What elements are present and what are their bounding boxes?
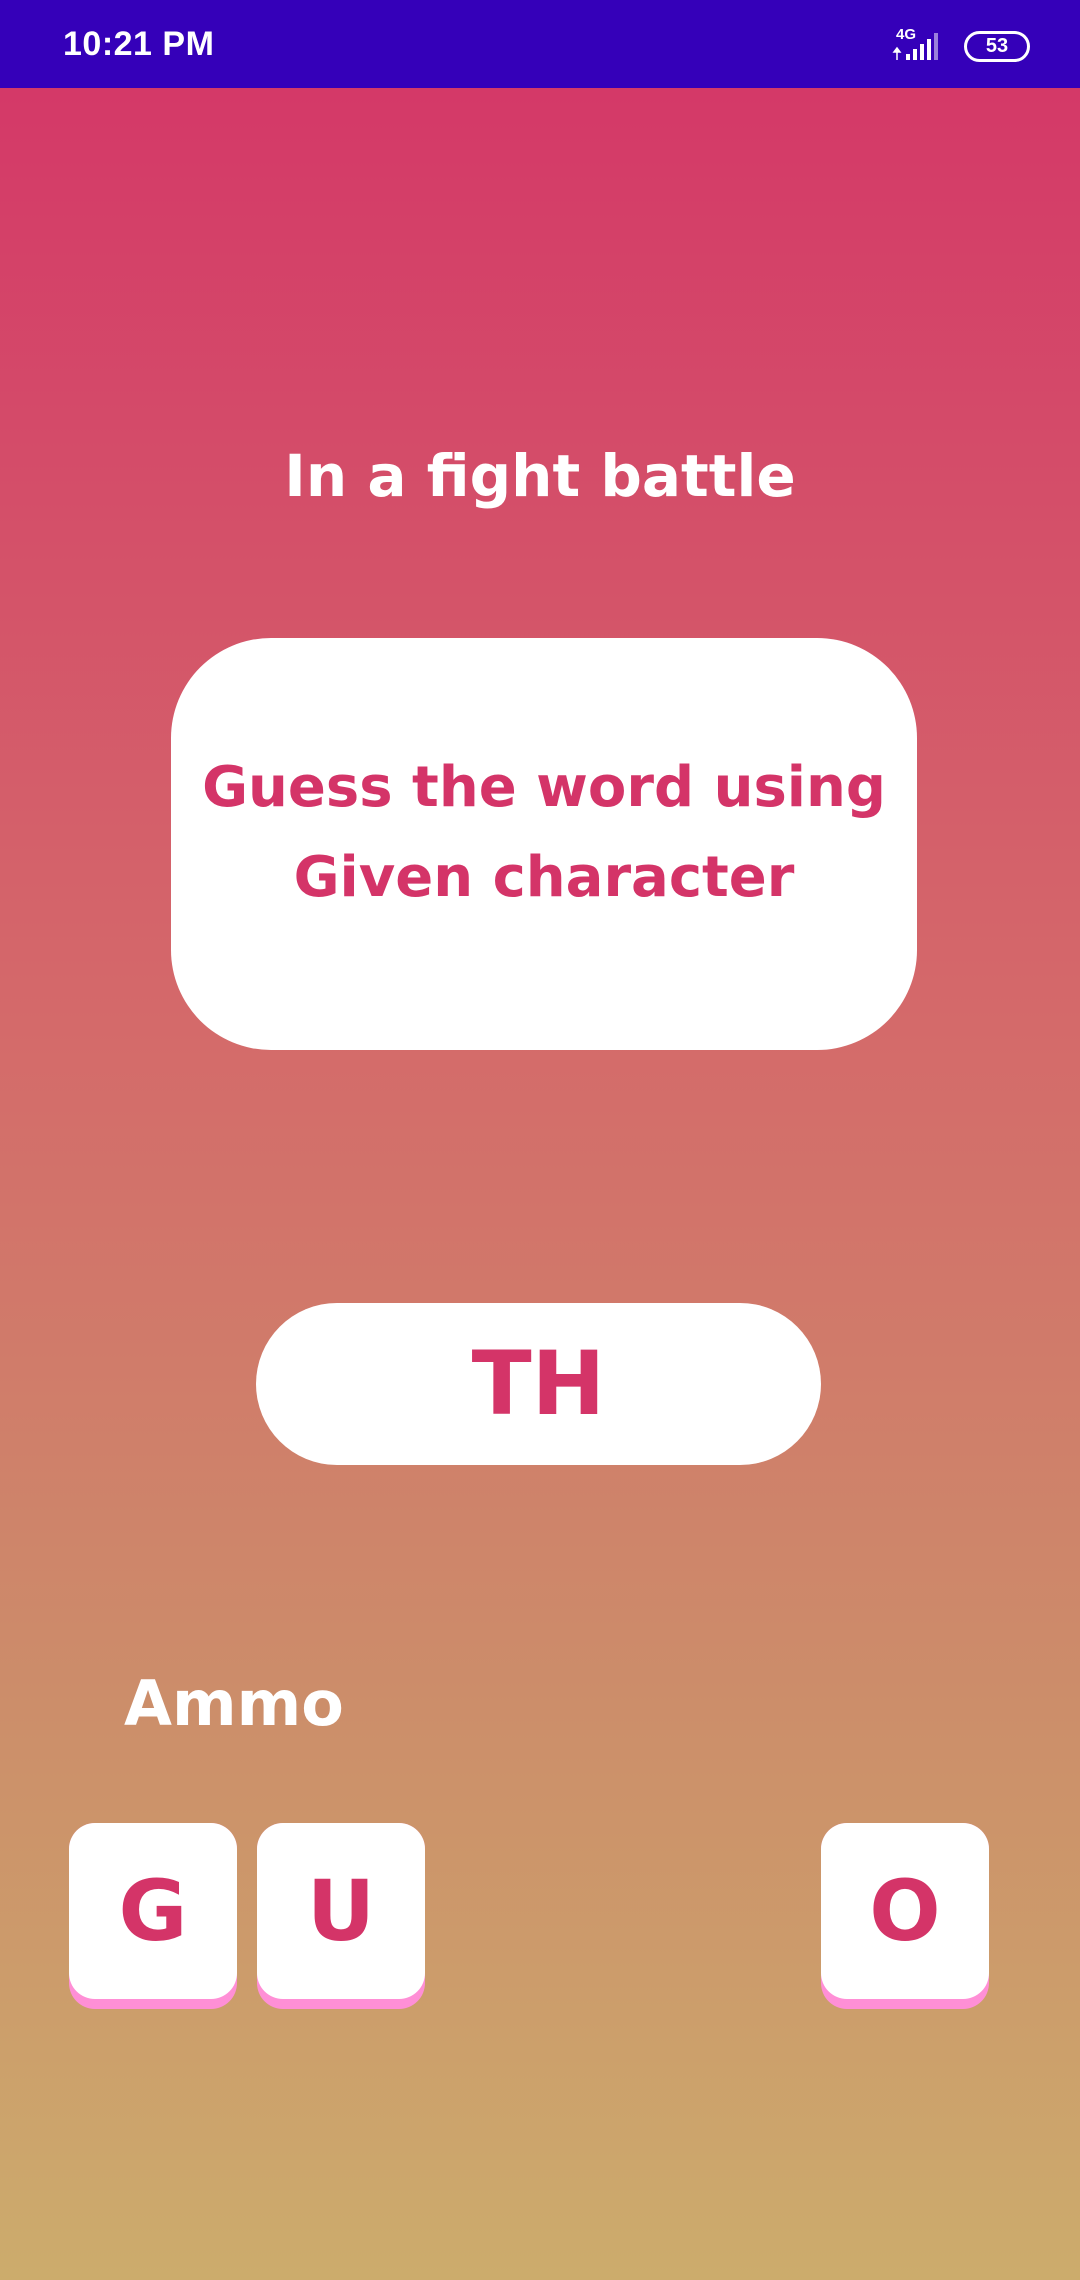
battery-level: 53 xyxy=(985,35,1009,57)
ammo-tile[interactable]: G xyxy=(69,1823,237,2009)
signal-strength-icon xyxy=(892,33,938,60)
ammo-tile[interactable]: O xyxy=(821,1823,989,2009)
game-title: In a fight battle xyxy=(284,442,796,510)
ammo-tile-letter: G xyxy=(69,1823,237,1999)
instruction-card: Guess the word using Given character xyxy=(171,638,917,1050)
ammo-tile-letter: O xyxy=(821,1823,989,1999)
given-characters-display: TH xyxy=(256,1303,821,1465)
status-time: 10:21 PM xyxy=(63,25,215,63)
instruction-text: Guess the word using Given character xyxy=(202,755,886,910)
battery-icon: 53 xyxy=(964,31,1030,62)
ammo-tile-letter: U xyxy=(257,1823,425,1999)
ammo-tile[interactable]: U xyxy=(257,1823,425,2009)
status-bar: 10:21 PM 4G 53 xyxy=(0,0,1080,88)
ammo-label: Ammo xyxy=(124,1667,344,1740)
given-characters-text: TH xyxy=(471,1332,606,1435)
